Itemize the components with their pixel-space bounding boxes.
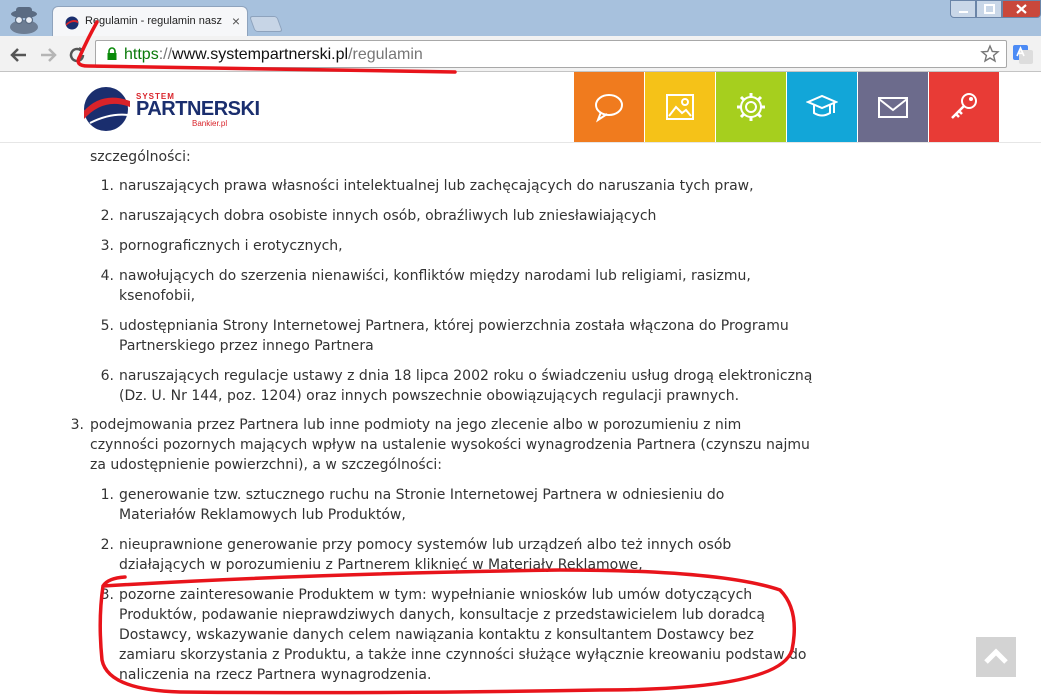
list-item-3: podejmowania przez Partnera lub inne pod… <box>90 415 810 475</box>
scroll-to-top-button[interactable] <box>976 637 1016 677</box>
list-number: 3. <box>100 587 114 603</box>
list-number: 6. <box>100 368 114 384</box>
list-item: nawołujących do szerzenia nienawiści, ko… <box>119 266 751 306</box>
image-icon <box>666 94 694 120</box>
lock-icon <box>107 47 117 60</box>
maximize-icon <box>984 4 995 14</box>
list-item: pozorne zainteresowanie Produktem w tym:… <box>119 585 806 685</box>
content-fragment: szczególności: <box>90 149 191 165</box>
text-line: udostępniania Strony Internetowej Partne… <box>119 318 789 334</box>
list-number: 3. <box>70 417 84 433</box>
favicon-icon <box>65 16 79 30</box>
text-line: czynności pozornych mających wpływ na us… <box>90 437 810 453</box>
maximize-button[interactable] <box>976 0 1002 18</box>
text-line: pornograficznych i erotycznych, <box>119 238 343 254</box>
url-host: www.systempartnerski.pl <box>172 46 349 63</box>
list-number: 3. <box>100 238 114 254</box>
list-item: nieuprawnione generowanie przy pomocy sy… <box>119 535 731 575</box>
nav-tile-gear[interactable] <box>716 72 786 142</box>
text-line: nieuprawnione generowanie przy pomocy sy… <box>119 537 732 553</box>
forward-arrow-icon[interactable] <box>37 44 59 66</box>
nav-tile-graduation-cap[interactable] <box>787 72 857 142</box>
text-line: Dostawcy, wskazywanie danych celem nawią… <box>119 627 754 643</box>
text-line: działających w porozumieniu z Partnerem … <box>119 557 643 573</box>
url-path: /regulamin <box>348 46 423 63</box>
list-number: 4. <box>100 268 114 284</box>
key-icon <box>951 93 977 119</box>
url-text: https://www.systempartnerski.pl/regulami… <box>124 45 423 65</box>
bookmark-star-icon[interactable] <box>980 44 1000 64</box>
text-line: Partnerskiego przez innego Partnera <box>119 338 374 354</box>
browser-tab-active[interactable]: Regulamin - regulamin nasz × <box>52 6 248 36</box>
address-bar[interactable]: https://www.systempartnerski.pl/regulami… <box>95 40 1007 68</box>
nav-tile-key[interactable] <box>929 72 999 142</box>
speech-bubble-icon <box>595 94 623 123</box>
text-line: ksenofobii, <box>119 288 196 304</box>
minimize-icon <box>959 11 968 13</box>
list-number: 1. <box>100 487 114 503</box>
list-number: 2. <box>100 208 114 224</box>
list-item: pornograficznych i erotycznych, <box>119 236 343 256</box>
list-item: udostępniania Strony Internetowej Partne… <box>119 316 789 356</box>
text-line: generowanie tzw. sztucznego ruchu na Str… <box>119 487 725 503</box>
window-close-button[interactable] <box>1002 0 1041 18</box>
text-line: naruszających prawa własności intelektua… <box>119 178 754 194</box>
list-number: 1. <box>100 178 114 194</box>
reload-icon[interactable] <box>66 44 88 66</box>
close-icon <box>1016 4 1027 14</box>
new-tab-button[interactable] <box>249 16 283 32</box>
text-line: zamiaru skorzystania z Produktu, a także… <box>119 647 807 663</box>
nav-tile-image[interactable] <box>645 72 715 142</box>
logo-partnerski-text: PARTNERSKI <box>136 98 260 120</box>
minimize-button[interactable] <box>950 0 976 18</box>
list-item: naruszających prawa własności intelektua… <box>119 176 754 196</box>
browser-tabstrip: Regulamin - regulamin nasz × <box>0 0 1041 36</box>
tab-close-icon[interactable]: × <box>229 13 243 29</box>
envelope-icon <box>878 97 908 118</box>
text-line: za udostępnienie powierzchni), a w szcze… <box>90 457 443 473</box>
list-item: naruszających dobra osobiste innych osób… <box>119 206 656 226</box>
window-controls <box>950 0 1041 18</box>
list-item: naruszających regulacje ustawy z dnia 18… <box>119 366 812 406</box>
text-line: (Dz. U. Nr 144, poz. 1204) oraz innych p… <box>119 388 740 404</box>
text-line: pozorne zainteresowanie Produktem w tym:… <box>119 587 753 603</box>
logo-bankier-text: Bankier.pl <box>192 119 228 128</box>
list-number: 5. <box>100 318 114 334</box>
text-line: Produktów, podawanie nieprawdziwych dany… <box>119 607 765 623</box>
regulamin-content: szczególności: 1. naruszających prawa wła… <box>0 143 1041 695</box>
text-line: nawołujących do szerzenia nienawiści, ko… <box>119 268 751 284</box>
incognito-icon <box>10 7 38 34</box>
site-logo[interactable]: SYSTEM PARTNERSKI Bankier.pl <box>80 85 260 133</box>
url-separator: :// <box>158 46 173 63</box>
text-line: Materiałów Reklamowych lub Produktów, <box>119 507 406 523</box>
graduation-cap-icon <box>806 94 838 117</box>
tab-title: Regulamin - regulamin nasz <box>85 15 222 27</box>
text-line: podejmowania przez Partnera lub inne pod… <box>90 417 742 433</box>
list-item: generowanie tzw. sztucznego ruchu na Str… <box>119 485 724 525</box>
url-scheme: https <box>124 46 159 63</box>
text-line: naruszających dobra osobiste innych osób… <box>119 208 657 224</box>
list-number: 2. <box>100 537 114 553</box>
nav-tile-envelope[interactable] <box>858 72 928 142</box>
site-header: SYSTEM PARTNERSKI Bankier.pl <box>0 72 1041 143</box>
logo-globe-icon <box>84 87 130 131</box>
text-line: naliczenia na rzecz Partnera wynagrodzen… <box>119 667 432 683</box>
gear-icon <box>737 93 765 121</box>
text-line: naruszających regulacje ustawy z dnia 18… <box>119 368 813 384</box>
translate-extension-icon[interactable] <box>1012 43 1034 65</box>
chevron-up-icon <box>984 648 1008 664</box>
nav-tile-speech-bubble[interactable] <box>574 72 644 142</box>
browser-toolbar: https://www.systempartnerski.pl/regulami… <box>0 36 1041 72</box>
back-arrow-icon[interactable] <box>8 44 30 66</box>
